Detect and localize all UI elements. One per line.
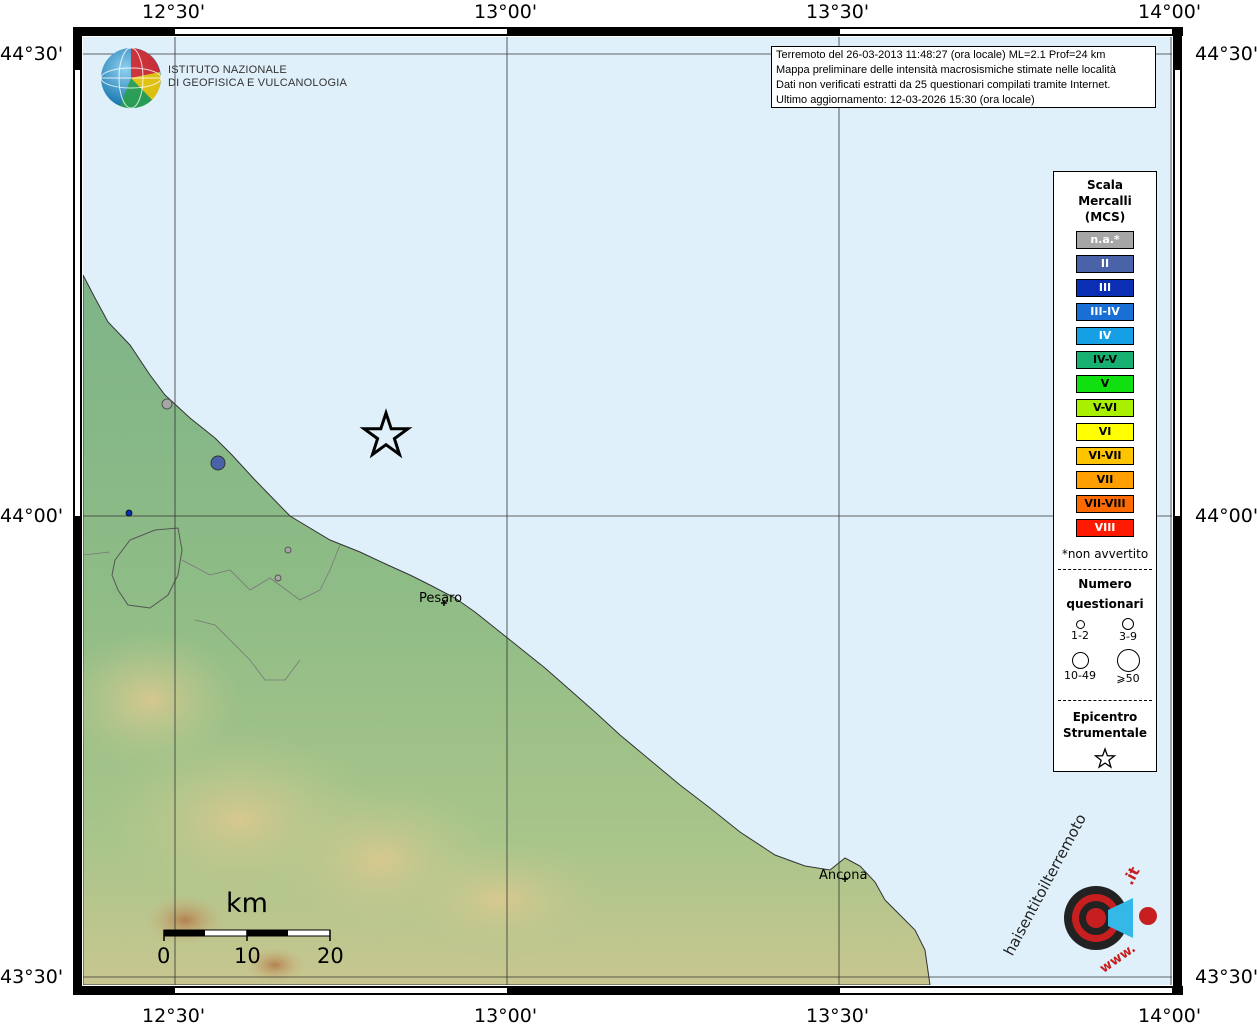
scale-tick-20: 20: [317, 944, 344, 968]
ingv-logo-line2: DI GEOFISICA E VULCANOLOGIA: [168, 77, 347, 89]
intensity-legend: Scala Mercalli (MCS) n.a.* II III III-IV IV I…: [1053, 171, 1157, 772]
legend-divider: [1058, 569, 1152, 570]
intensity-point-ii: [210, 455, 226, 471]
bottom-lon-label-4: 14°00': [1138, 1005, 1201, 1024]
top-lon-label-1: 12°30': [142, 1, 205, 23]
legend-item: VI: [1076, 423, 1134, 441]
epicenter-title-line2: Strumentale: [1062, 726, 1148, 740]
ingv-logo-icon: [100, 47, 162, 109]
left-lat-label-3: 43°30': [0, 966, 63, 988]
top-lon-label-2: 13°00': [474, 1, 537, 23]
relief-4: [145, 895, 225, 945]
count-size-10-49: 10-49: [1054, 652, 1106, 682]
ingv-logo-line1: ISTITUTO NAZIONALE: [168, 64, 287, 76]
count-size-1-2: 1-2: [1054, 620, 1106, 642]
legend-title-line1: Scala: [1086, 178, 1124, 192]
legend-item: n.a.*: [1076, 231, 1134, 249]
legend-item: VII-VIII: [1076, 495, 1134, 513]
top-lon-label-3: 13°30': [806, 1, 869, 23]
right-lat-label-1: 44°30': [1195, 43, 1257, 65]
legend-item: VI-VII: [1076, 447, 1134, 465]
legend-items: n.a.* II III III-IV IV IV-V V V-VI VI VI-VII VII VI…: [1054, 231, 1156, 537]
legend-divider-2: [1058, 700, 1152, 701]
count-circle-medium-icon: [1122, 618, 1134, 630]
legend-item: II: [1076, 255, 1134, 273]
count-circle-large-icon: [1071, 652, 1089, 669]
intensity-point-iii: [125, 509, 133, 517]
count-size-grid: 1-2 3-9 10-49 ⩾50: [1054, 614, 1156, 692]
event-info-line3: Dati non verificati estratti da 25 quest…: [776, 79, 1111, 91]
legend-item: VII: [1076, 471, 1134, 489]
count-title: Numero questionari: [1054, 574, 1156, 614]
epicenter-title-line1: Epicentro: [1072, 710, 1138, 724]
left-lat-label-1: 44°30': [0, 43, 63, 65]
event-info-line1: Terremoto del 26-03-2013 11:48:27 (ora l…: [776, 49, 1106, 61]
count-circle-small-icon: [1075, 620, 1085, 629]
count-size-3-9: 3-9: [1102, 618, 1154, 643]
scale-tick-10: 10: [234, 944, 261, 968]
scale-unit-label: km: [226, 888, 268, 919]
event-info-box: Terremoto del 26-03-2013 11:48:27 (ora l…: [771, 46, 1156, 108]
count-size-label-1: 1-2: [1071, 629, 1089, 642]
count-size-label-4: ⩾50: [1116, 672, 1140, 685]
right-lat-label-3: 43°30': [1195, 966, 1257, 988]
legend-item: IV-V: [1076, 351, 1134, 369]
intensity-point-na-3: [274, 574, 282, 582]
bottom-lon-label-1: 12°30': [142, 1005, 205, 1024]
event-info-line2: Mappa preliminare delle intensità macros…: [776, 64, 1116, 76]
legend-note: *non avvertito: [1061, 547, 1149, 561]
count-size-label-2: 3-9: [1119, 630, 1137, 643]
relief-6: [390, 840, 610, 960]
event-info-line4: Ultimo aggiornamento: 12-03-2026 15:30 (…: [776, 94, 1035, 106]
left-lat-label-2: 44°00': [0, 505, 63, 527]
legend-item: VIII: [1076, 519, 1134, 537]
count-title-line1: Numero: [1078, 577, 1132, 591]
intensity-point-na-2: [284, 546, 292, 554]
legend-title: Scala Mercalli (MCS): [1054, 177, 1156, 225]
legend-item: III: [1076, 279, 1134, 297]
legend-title-line2: Mercalli: [1078, 194, 1132, 208]
ancona-label: Ancona: [819, 868, 867, 883]
bottom-lon-label-2: 13°00': [474, 1005, 537, 1024]
count-circle-xlarge-icon: [1116, 649, 1140, 672]
legend-item: IV: [1076, 327, 1134, 345]
ingv-logo-text: ISTITUTO NAZIONALE DI GEOFISICA E VULCAN…: [168, 64, 347, 90]
intensity-point-na: [161, 398, 173, 410]
legend-item: V-VI: [1076, 399, 1134, 417]
legend-item: III-IV: [1076, 303, 1134, 321]
legend-star-icon: [1093, 747, 1117, 769]
count-title-line2: questionari: [1066, 597, 1144, 611]
legend-title-line3: (MCS): [1084, 210, 1126, 224]
scale-tick-0: 0: [157, 944, 171, 968]
legend-item: V: [1076, 375, 1134, 393]
pesaro-label: Pesaro: [419, 591, 462, 606]
relief-3: [83, 630, 240, 770]
epicenter-title: Epicentro Strumentale: [1054, 709, 1156, 741]
count-size-label-3: 10-49: [1064, 669, 1096, 682]
bottom-lon-label-3: 13°30': [806, 1005, 869, 1024]
top-lon-label-4: 14°00': [1138, 1, 1201, 23]
right-lat-label-2: 44°00': [1195, 505, 1257, 527]
count-size-50-plus: ⩾50: [1102, 649, 1154, 685]
